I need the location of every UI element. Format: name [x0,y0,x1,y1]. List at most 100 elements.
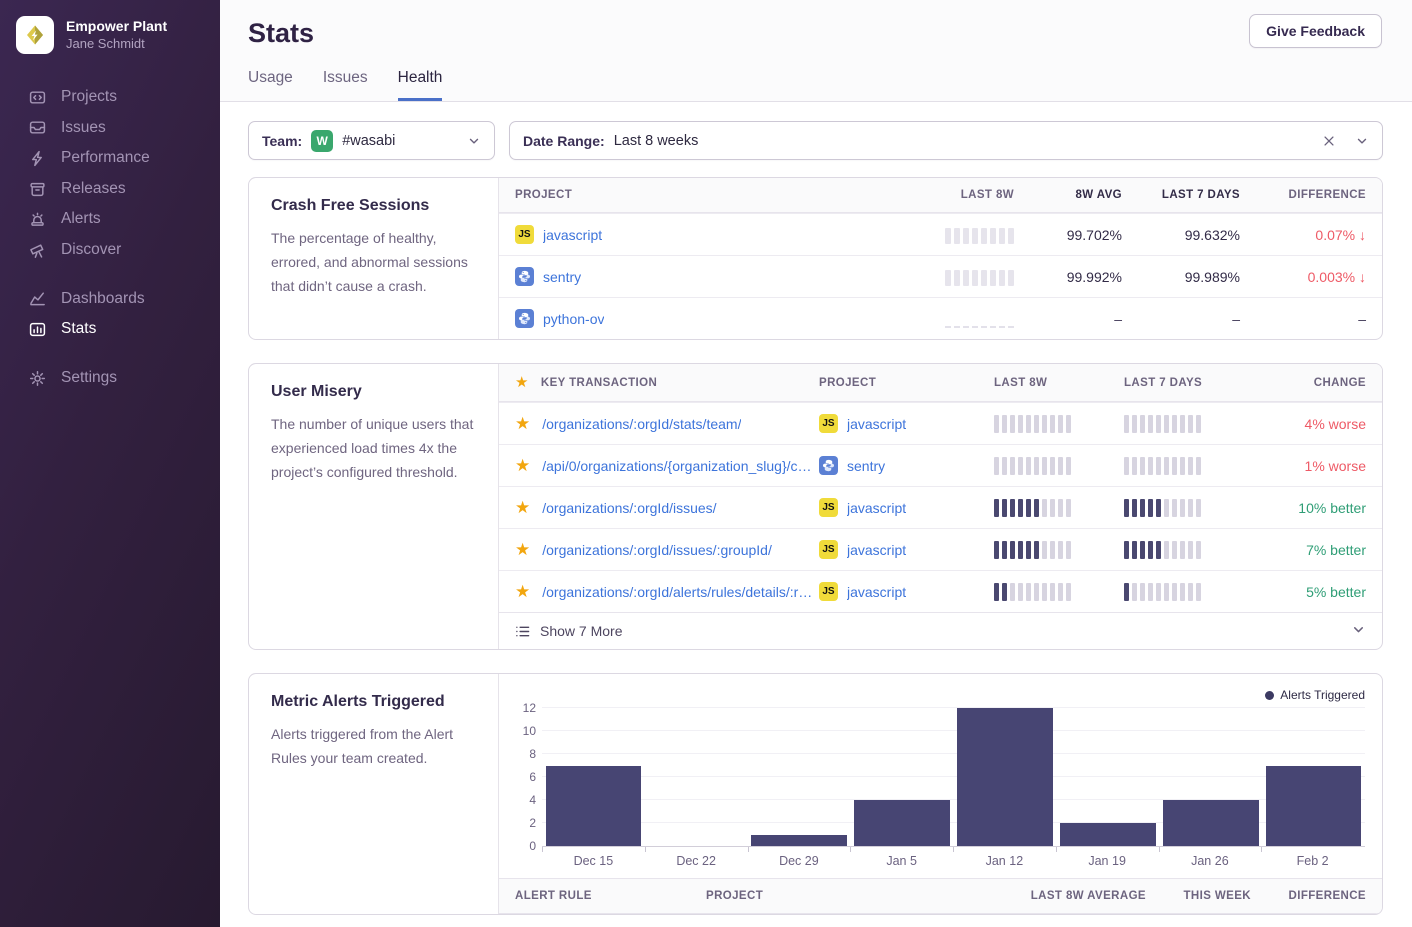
tab-usage[interactable]: Usage [248,69,293,101]
sidebar-item-dashboards[interactable]: Dashboards [0,284,220,315]
project-link[interactable]: python-ov [543,311,604,327]
x-tick-label: Jan 12 [953,847,1056,878]
x-tick-label: Jan 19 [1056,847,1159,878]
chart-bar[interactable] [1060,823,1156,846]
alerts-icon [28,211,46,229]
sidebar-item-performance[interactable]: Performance [0,143,220,174]
column-project: Project [819,377,994,389]
chart-plot-area: 024681012 [542,709,1365,847]
chart-bar[interactable] [1266,766,1362,847]
spark-segment [1196,499,1201,517]
spark-segment [1002,583,1007,601]
spark-segment [1140,541,1145,559]
sidebar-item-alerts[interactable]: Alerts [0,204,220,235]
alerts-triggered-chart: Alerts Triggered 024681012 Dec 15Dec 22D… [499,674,1382,878]
project-link[interactable]: javascript [847,500,906,516]
project-link[interactable]: javascript [847,416,906,432]
transaction-link[interactable]: /organizations/:orgId/issues/ [542,500,716,516]
project-link[interactable]: javascript [847,584,906,600]
spark-segment [1148,499,1153,517]
give-feedback-button[interactable]: Give Feedback [1249,14,1382,48]
spark-segment [1180,541,1185,559]
team-avatar: W [311,130,333,152]
column-this-week: This Week [1146,890,1251,902]
column-project: Project [706,890,961,902]
sidebar-item-releases[interactable]: Releases [0,174,220,205]
sidebar-item-stats[interactable]: Stats [0,314,220,345]
y-tick-label: 0 [514,839,536,853]
chart-bar[interactable] [957,708,1053,846]
column-last-7-days: Last 7 Days [1122,189,1240,201]
team-select[interactable]: Team: W #wasabi [248,121,495,160]
transaction-link[interactable]: /organizations/:orgId/issues/:groupId/ [542,542,772,558]
project-link[interactable]: sentry [543,269,581,285]
chart-bar[interactable] [854,800,950,846]
sidebar-item-projects[interactable]: Projects [0,82,220,113]
transaction-link[interactable]: /api/0/organizations/{organization_slug}… [542,458,819,474]
score-bar [994,583,1071,601]
key-transaction-star-icon[interactable]: ★ [515,457,530,474]
spark-segment [994,457,999,475]
sidebar-item-label: Releases [61,180,126,199]
spark-segment [1050,583,1055,601]
spark-segment [1164,457,1169,475]
page-title: Stats [248,14,314,49]
spark-segment [1010,583,1015,601]
org-switcher[interactable]: Empower Plant Jane Schmidt [0,0,220,68]
chart-bar[interactable] [1163,800,1259,846]
spark-segment [1124,415,1129,433]
spark-segment [1188,541,1193,559]
clear-date-icon[interactable] [1322,134,1336,148]
spark-segment [954,270,960,286]
transaction-link[interactable]: /organizations/:orgId/alerts/rules/detai… [542,584,819,600]
score-bar [994,541,1071,559]
javascript-icon: JS [819,540,838,559]
score-bar [1124,457,1201,475]
sparkline-empty [945,310,1014,328]
key-transaction-star-icon[interactable]: ★ [515,583,530,600]
tab-bar: Usage Issues Health [248,69,1382,101]
key-transaction-star-icon[interactable]: ★ [515,541,530,558]
spark-segment [990,270,996,286]
panel-description: User Misery The number of unique users t… [249,364,499,649]
team-value: #wasabi [342,133,395,149]
sidebar-item-settings[interactable]: Settings [0,363,220,394]
spark-segment [1188,583,1193,601]
sidebar-item-discover[interactable]: Discover [0,235,220,266]
transaction-link[interactable]: /organizations/:orgId/stats/team/ [542,416,741,432]
project-link[interactable]: sentry [847,458,885,474]
change-value: 7% better [1254,542,1366,558]
key-transaction-star-icon[interactable]: ★ [515,499,530,516]
spark-segment [1124,499,1129,517]
project-link[interactable]: javascript [847,542,906,558]
sidebar-item-issues[interactable]: Issues [0,113,220,144]
tab-issues[interactable]: Issues [323,69,368,101]
chevron-down-icon [1351,622,1366,640]
chart-bar[interactable] [751,835,847,847]
sparkline [945,226,1014,244]
spark-segment [1172,499,1177,517]
date-range-select[interactable]: Date Range: Last 8 weeks [509,121,1383,160]
spark-segment [1188,499,1193,517]
show-more-button[interactable]: Show 7 More [499,612,1382,649]
alert-rule-table-header: Alert Rule Project Last 8W Average This … [499,878,1382,914]
spark-segment [1188,415,1193,433]
spark-segment [999,326,1005,328]
chevron-down-icon [1355,134,1369,148]
spark-segment [1188,457,1193,475]
panel-title: Crash Free Sessions [271,197,476,215]
key-transaction-star-icon[interactable]: ★ [515,415,530,432]
project-link[interactable]: javascript [543,227,602,243]
spark-segment [1058,415,1063,433]
spark-segment [1196,583,1201,601]
spark-segment [1002,415,1007,433]
spark-segment [945,228,951,244]
chevron-down-icon [467,134,481,148]
chart-bar[interactable] [546,766,642,847]
chart-legend[interactable]: Alerts Triggered [516,687,1365,703]
tab-health[interactable]: Health [398,69,443,101]
diamond-bolt-icon [23,23,47,47]
spark-segment [1018,541,1023,559]
y-tick-label: 6 [514,770,536,784]
spark-segment [972,270,978,286]
